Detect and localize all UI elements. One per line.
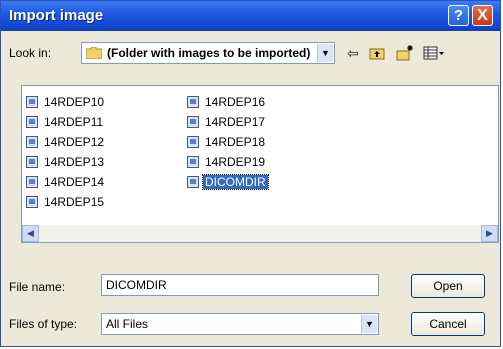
file-item[interactable]: 14RDEP19 [187,153,267,171]
file-item[interactable]: 14RDEP12 [26,133,106,151]
scroll-right-icon[interactable]: ▶ [481,225,498,242]
window-title: Import image [9,7,104,24]
file-item[interactable]: 14RDEP18 [187,133,267,151]
image-file-icon [26,155,38,168]
title-bar[interactable]: Import image ? X [1,1,500,31]
file-item[interactable]: 14RDEP15 [26,193,106,211]
file-item[interactable]: 14RDEP11 [26,113,105,131]
scroll-left-icon[interactable]: ◀ [22,225,39,242]
image-file-icon [187,155,199,168]
help-button[interactable]: ? [448,5,469,26]
image-file-icon [187,115,199,128]
cancel-button[interactable]: Cancel [411,312,485,336]
image-file-icon [187,95,199,108]
files-of-type-value: All Files [106,317,149,331]
file-item[interactable]: 14RDEP10 [26,93,106,111]
look-in-label: Look in: [9,46,52,60]
folder-icon [86,47,102,59]
file-item[interactable]: 14RDEP17 [187,113,267,131]
file-name-input[interactable]: DICOMDIR [101,274,379,296]
image-file-icon [26,115,38,128]
new-folder-icon[interactable] [395,44,415,62]
close-button[interactable]: X [472,5,493,26]
horizontal-scrollbar[interactable]: ◀ ▶ [22,225,498,242]
open-button[interactable]: Open [411,274,485,298]
file-list[interactable]: 14RDEP10 14RDEP11 14RDEP12 14RDEP13 14RD… [21,85,499,243]
file-item[interactable]: 14RDEP16 [187,93,267,111]
image-file-icon [26,135,38,148]
look-in-value: (Folder with images to be imported) [107,46,311,60]
image-file-icon [187,175,199,188]
image-file-icon [26,175,38,188]
image-file-icon [187,135,199,148]
file-item[interactable]: 14RDEP13 [26,153,106,171]
back-icon[interactable]: ⇦ [343,44,363,62]
file-name-label: File name: [9,280,66,294]
views-menu-icon[interactable] [421,44,447,62]
import-image-dialog: Import image ? X Look in: (Folder with i… [0,0,501,347]
chevron-down-icon[interactable]: ▼ [361,315,377,333]
file-item[interactable]: 14RDEP14 [26,173,106,191]
image-file-icon [26,95,38,108]
up-folder-icon[interactable] [367,44,387,62]
chevron-down-icon[interactable]: ▼ [317,44,333,62]
files-of-type-label: Files of type: [9,317,78,331]
image-file-icon [26,195,38,208]
file-item-selected[interactable]: DICOMDIR [187,173,269,191]
look-in-dropdown[interactable]: (Folder with images to be imported) ▼ [81,42,335,64]
files-of-type-select[interactable]: All Files ▼ [101,313,379,335]
